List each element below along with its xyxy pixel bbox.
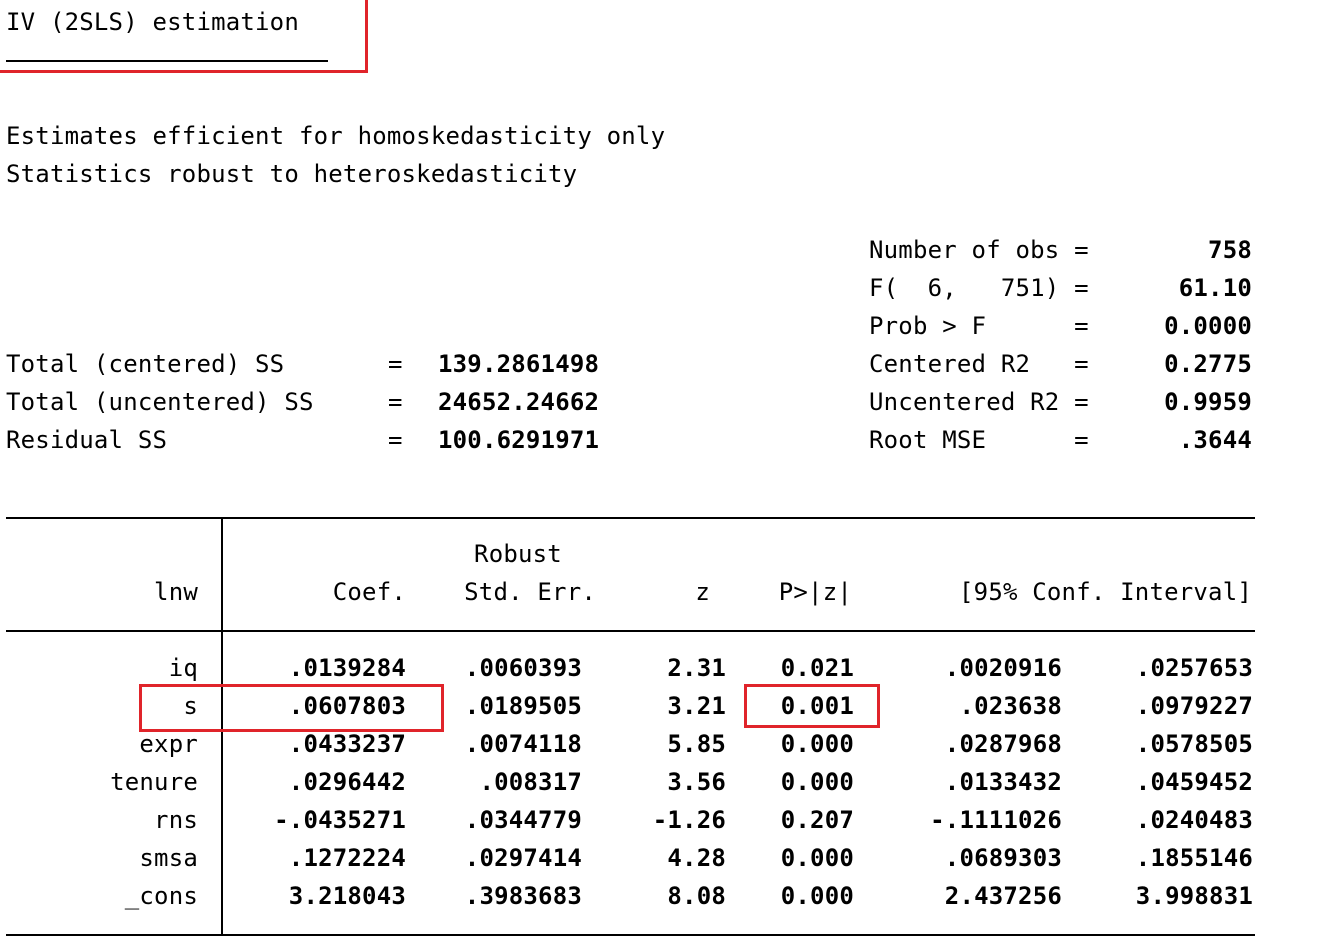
row-ci-low: .0133432 [944, 768, 1062, 796]
ss-value: 139.2861498 [438, 350, 600, 378]
stat-value: 0.2775 [1164, 350, 1252, 378]
header-pvalue: P>|z| [778, 578, 852, 606]
header-z: z [695, 578, 710, 606]
row-variable: iq [168, 654, 198, 682]
row-pvalue: 0.021 [780, 654, 854, 682]
stat-label: Centered R2 = [869, 350, 1089, 378]
row-z: 5.85 [667, 730, 726, 758]
s-pvalue-highlight-box [744, 684, 880, 728]
stat-value: .3644 [1178, 426, 1252, 454]
row-ci-low: .0287968 [944, 730, 1062, 758]
ss-label: Total (centered) SS [6, 350, 285, 378]
row-coef: 3.218043 [288, 882, 406, 910]
row-pvalue: 0.000 [780, 844, 854, 872]
row-z: 3.56 [667, 768, 726, 796]
ss-label: Residual SS [6, 426, 168, 454]
row-stderr: .0060393 [464, 654, 582, 682]
row-ci-high: .0459452 [1135, 768, 1253, 796]
row-pvalue: 0.000 [780, 730, 854, 758]
row-variable: rns [154, 806, 198, 834]
row-variable: tenure [110, 768, 198, 796]
note-efficiency: Estimates efficient for homoskedasticity… [6, 122, 666, 150]
ss-value: 100.6291971 [438, 426, 600, 454]
ss-label: Total (uncentered) SS [6, 388, 314, 416]
s-coefficient-highlight-box [139, 684, 444, 732]
row-ci-low: -.1111026 [930, 806, 1062, 834]
row-z: 3.21 [667, 692, 726, 720]
row-stderr: .3983683 [464, 882, 582, 910]
ss-equals: = [388, 388, 403, 416]
ss-equals: = [388, 426, 403, 454]
ss-equals: = [388, 350, 403, 378]
header-depvar: lnw [154, 578, 198, 606]
row-stderr: .0189505 [464, 692, 582, 720]
header-stderr: Std. Err. [464, 578, 596, 606]
note-robust: Statistics robust to heteroskedasticity [6, 160, 578, 188]
row-ci-high: .0979227 [1135, 692, 1253, 720]
row-coef: .1272224 [288, 844, 406, 872]
table-top-rule [6, 517, 1255, 519]
row-coef: .0139284 [288, 654, 406, 682]
row-stderr: .0074118 [464, 730, 582, 758]
row-stderr: .0297414 [464, 844, 582, 872]
stat-label: Uncentered R2 = [869, 388, 1089, 416]
row-variable: expr [139, 730, 198, 758]
row-z: 2.31 [667, 654, 726, 682]
row-pvalue: 0.000 [780, 768, 854, 796]
row-ci-high: .0240483 [1135, 806, 1253, 834]
row-ci-low: .023638 [959, 692, 1062, 720]
stat-value: 0.0000 [1164, 312, 1252, 340]
row-stderr: .0344779 [464, 806, 582, 834]
row-coef: -.0435271 [274, 806, 406, 834]
header-robust: Robust [474, 540, 562, 568]
row-stderr: .008317 [479, 768, 582, 796]
row-z: 4.28 [667, 844, 726, 872]
row-ci-high: 3.998831 [1135, 882, 1253, 910]
row-variable: _cons [124, 882, 198, 910]
row-z: 8.08 [667, 882, 726, 910]
header-confint: [95% Conf. Interval] [959, 578, 1252, 606]
header-coef: Coef. [332, 578, 406, 606]
row-ci-high: .1855146 [1135, 844, 1253, 872]
row-ci-low: .0689303 [944, 844, 1062, 872]
ss-value: 24652.24662 [438, 388, 600, 416]
stat-value: 0.9959 [1164, 388, 1252, 416]
table-header-rule [6, 630, 1255, 632]
row-ci-high: .0578505 [1135, 730, 1253, 758]
table-bottom-rule [6, 934, 1255, 936]
stat-value: 61.10 [1178, 274, 1252, 302]
row-pvalue: 0.000 [780, 882, 854, 910]
stat-label: Prob > F = [869, 312, 1089, 340]
row-pvalue: 0.207 [780, 806, 854, 834]
title-highlight-box [0, 0, 368, 73]
row-ci-high: .0257653 [1135, 654, 1253, 682]
stat-label: F( 6, 751) = [869, 274, 1089, 302]
stat-label: Root MSE = [869, 426, 1089, 454]
row-coef: .0296442 [288, 768, 406, 796]
stat-label: Number of obs = [869, 236, 1089, 264]
row-variable: smsa [139, 844, 198, 872]
row-ci-low: 2.437256 [944, 882, 1062, 910]
row-z: -1.26 [652, 806, 726, 834]
row-coef: .0433237 [288, 730, 406, 758]
row-ci-low: .0020916 [944, 654, 1062, 682]
stat-value: 758 [1208, 236, 1252, 264]
